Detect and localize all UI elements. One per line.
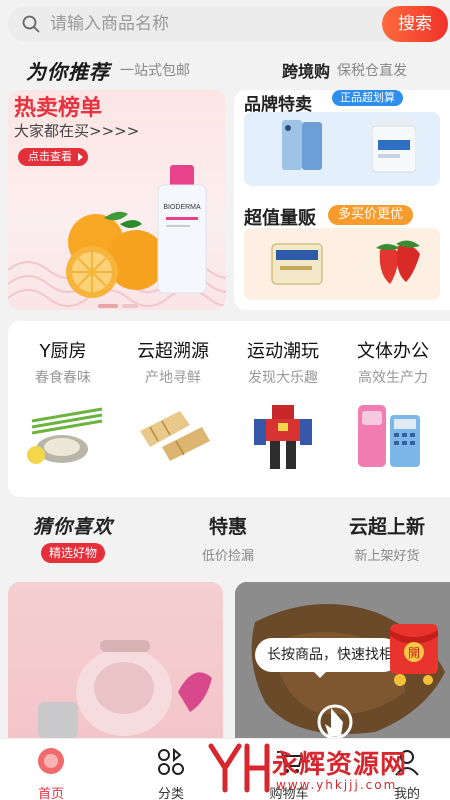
category-name: 运动潮玩 [247,341,319,362]
tab-title: 特惠 [208,516,247,538]
tab-title: 云超上新 [348,516,425,538]
tab-subtitle: 低价捡漏 [201,549,254,564]
nav-label: 首页 [37,787,64,800]
view-button[interactable]: 点击查看 [18,148,88,166]
category-name: 云超溯源 [137,341,209,362]
nav-category[interactable]: 分类 [126,739,216,800]
recommend-title: 为你推荐 [26,60,110,84]
tab-subtitle: 新上架好货 [354,549,420,564]
soap-product-image [271,243,323,285]
bottle-brand-text: BIODERMA [163,204,201,211]
nav-label: 分类 [157,787,184,800]
robot-toy-image [254,405,312,469]
nav-home[interactable]: 首页 [6,739,96,800]
category-sub: 高效生产力 [358,370,428,386]
value-pack-title: 超值量贩 [244,208,316,229]
category-name: Y厨房 [39,341,87,362]
hot-sale-subtitle: 大家都在买>>>> [14,122,140,140]
arrow-right-icon [78,153,83,161]
tooltip-tail [312,670,328,678]
category-sub: 产地寻鲜 [145,370,201,386]
milk-powder-image [372,118,416,173]
cross-border-title[interactable]: 跨境购 [282,58,330,82]
category-stationery[interactable]: 文体办公 高效生产力 [338,321,448,497]
category-sub: 春食春味 [35,370,91,386]
watermark-url: www.yhkjjj.com [276,778,398,792]
tab-specials[interactable]: 特惠 低价捡漏 [188,512,268,564]
tab-new-arrivals[interactable]: 云超上新 新上架好货 [342,512,432,564]
hot-sale-card[interactable]: 热卖榜单 大家都在买>>>> 点击查看 BIODERMA [8,90,226,310]
category-origin[interactable]: 云超溯源 产地寻鲜 [118,321,228,497]
category-icon [158,747,184,775]
home-icon [38,748,64,774]
bamboo-shoot-image [140,411,210,461]
long-press-tooltip: 长按商品，快速找相 [255,638,400,672]
view-button-label: 点击查看 [28,150,72,163]
cross-border-subtitle: 保税仓直发 [337,63,407,79]
hot-sale-title: 热卖榜单 [14,96,103,121]
category-sports[interactable]: 运动潮玩 发现大乐趣 [228,321,338,497]
brand-sale-panel[interactable] [244,112,440,186]
red-packet-icon[interactable]: 開 [384,606,444,686]
watermark-text: 永辉资源网 [272,750,408,780]
bioderma-bottle-image: BIODERMA [157,165,207,294]
oyster-image [27,407,103,464]
tab-subtitle: 精选好物 [40,543,105,563]
search-button[interactable]: 搜索 [382,6,448,42]
category-name: 文体办公 [357,341,429,362]
brand-sale-card[interactable]: 品牌特卖 正品超划算 超值量贩 多买价更优 [234,90,450,310]
phone-product-image [282,120,322,170]
search-bar: 搜索 [8,6,448,42]
carousel-dots [98,304,138,308]
tab-guess-you-like[interactable]: 猜你喜欢 精选好物 [26,512,120,563]
category-card: Y厨房 春食春味 云超溯源 产地寻鲜 运动潮玩 发现大乐趣 文体办公 高效生产力 [8,321,450,497]
category-kitchen[interactable]: Y厨房 春食春味 [8,321,118,497]
steamer-product-image [38,640,212,738]
tab-title: 猜你喜欢 [32,516,113,538]
calculator-image [358,405,420,467]
search-icon [22,15,40,33]
brand-sale-badge: 正品超划算 [332,90,403,106]
value-pack-badge: 多买价更优 [328,205,414,225]
category-sub: 发现大乐趣 [248,370,318,386]
product-card[interactable] [8,582,223,752]
red-packet-label: 開 [408,646,420,660]
strawberry-image [376,240,420,284]
recommend-subtitle: 一站式包邮 [120,63,190,79]
search-input[interactable] [50,12,370,36]
value-pack-panel[interactable] [244,228,440,300]
